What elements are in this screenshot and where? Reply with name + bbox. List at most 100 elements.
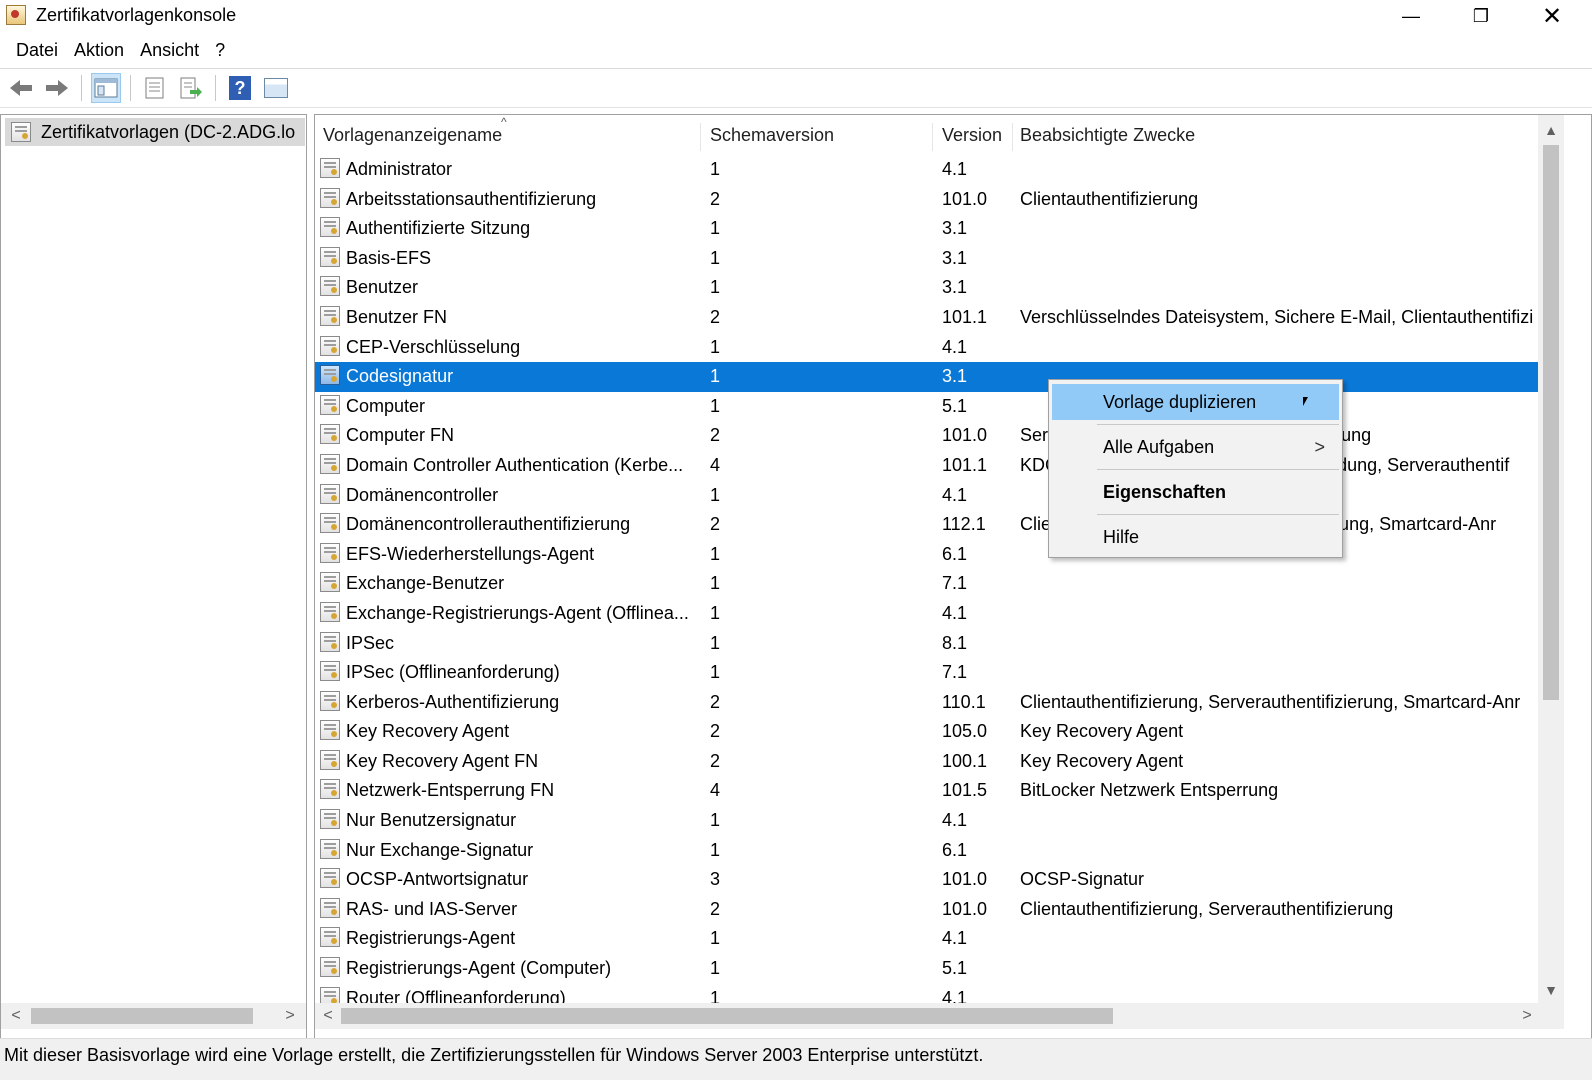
- table-row[interactable]: Benutzer FN 2 101.1 Verschlüsselndes Dateis…: [315, 303, 1539, 333]
- template-name-cell: OCSP-Antwortsignatur: [346, 869, 529, 890]
- table-row[interactable]: IPSec 1 8.1: [315, 629, 1539, 659]
- table-row[interactable]: Benutzer 1 3.1: [315, 273, 1539, 303]
- table-row[interactable]: Computer FN2101.0Ser izierung: [315, 421, 1539, 451]
- scroll-right-icon[interactable]: >: [1514, 1003, 1540, 1029]
- scroll-left-icon[interactable]: <: [315, 1003, 341, 1029]
- minimize-button[interactable]: —: [1376, 0, 1446, 32]
- schema-version-cell: 2: [710, 514, 721, 535]
- table-row[interactable]: Exchange-Registrierungs-Agent (Offlinea.…: [315, 599, 1539, 629]
- scroll-right-icon[interactable]: >: [277, 1003, 303, 1029]
- intended-purposes-cell: [1020, 214, 1539, 244]
- column-divider[interactable]: [932, 123, 933, 151]
- tree-item-certificate-templates[interactable]: Zertifikatvorlagen (DC-2.ADG.lo: [5, 118, 305, 146]
- version-cell: 4.1: [942, 602, 968, 623]
- intended-purposes-cell: [1020, 924, 1539, 954]
- schema-version-cell: 1: [710, 247, 721, 268]
- template-name-cell: RAS- und IAS-Server: [346, 898, 518, 919]
- table-row[interactable]: Key Recovery Agent FN 2 100.1 Key Recovery …: [315, 747, 1539, 777]
- help-icon[interactable]: ?: [225, 73, 255, 103]
- scroll-up-icon[interactable]: ▲: [1538, 117, 1564, 143]
- schema-version-cell: 1: [710, 336, 721, 357]
- table-row[interactable]: Nur Benutzersignatur 1 4.1: [315, 806, 1539, 836]
- menu-item-all-tasks[interactable]: Alle Aufgaben >: [1052, 429, 1339, 465]
- column-header-purposes[interactable]: Beabsichtigte Zwecke: [1012, 115, 1532, 155]
- version-cell: 101.1: [942, 306, 988, 327]
- intended-purposes-cell: Key Recovery Agent: [1020, 750, 1184, 771]
- menu-item-help[interactable]: Hilfe: [1052, 519, 1339, 555]
- version-cell: 3.1: [942, 247, 968, 268]
- column-header-version[interactable]: Version: [934, 115, 1012, 155]
- intended-purposes-cell: [1020, 836, 1539, 866]
- certificate-template-icon: [320, 601, 340, 622]
- scroll-left-icon[interactable]: <: [3, 1003, 29, 1029]
- scroll-down-icon[interactable]: ▼: [1538, 977, 1564, 1003]
- certificate-template-icon: [320, 246, 340, 267]
- table-row[interactable]: CEP-Verschlüsselung 1 4.1: [315, 333, 1539, 363]
- table-row[interactable]: OCSP-Antwortsignatur 3 101.0 OCSP-Signatur: [315, 865, 1539, 895]
- table-row[interactable]: Codesignatur 1 3.1: [315, 362, 1539, 392]
- table-row[interactable]: EFS-Wiederherstellungs-Agent 1 6.1: [315, 540, 1539, 570]
- certificate-template-icon: [320, 720, 340, 741]
- list-horizontal-scrollbar[interactable]: < >: [315, 1003, 1564, 1029]
- version-cell: 101.0: [942, 188, 988, 209]
- properties-list-icon[interactable]: [140, 73, 170, 103]
- version-cell: 4.1: [942, 159, 968, 179]
- show-hide-action-pane-icon[interactable]: [261, 73, 291, 103]
- certificate-template-icon: [320, 276, 340, 298]
- table-row[interactable]: Arbeitsstationsauthentifizierung 2 101.0 Cl…: [315, 185, 1539, 215]
- intended-purposes-cell: Clientauthentifizierung, Serverauthentif…: [1020, 898, 1394, 919]
- table-row[interactable]: RAS- und IAS-Server 2 101.0 Clientauthentif…: [315, 895, 1539, 925]
- table-row[interactable]: Registrierungs-Agent 1 4.1: [315, 924, 1539, 954]
- list-vertical-scrollbar[interactable]: ▲ ▼: [1538, 115, 1564, 1005]
- template-name-cell: Administrator: [346, 159, 453, 179]
- table-row[interactable]: Authentifizierte Sitzung 1 3.1: [315, 214, 1539, 244]
- console-tree-pane: Zertifikatvorlagen (DC-2.ADG.lo: [0, 114, 307, 1046]
- certificate-template-icon: [320, 217, 340, 238]
- menu-datei[interactable]: Datei: [8, 40, 66, 61]
- schema-version-cell: 1: [710, 277, 721, 298]
- table-row[interactable]: Key Recovery Agent 2 105.0 Key Recovery Age…: [315, 717, 1539, 747]
- schema-version-cell: 1: [710, 366, 721, 387]
- menu-item-duplicate-template[interactable]: Vorlage duplizieren: [1052, 384, 1339, 420]
- table-row[interactable]: Nur Exchange-Signatur 1 6.1: [315, 836, 1539, 866]
- menu-aktion[interactable]: Aktion: [66, 40, 132, 61]
- table-row[interactable]: Domänencontrollerauthentifizierung 2 112.1…: [315, 510, 1539, 540]
- table-row[interactable]: Kerberos-Authentifizierung 2 110.1 Clientau…: [315, 688, 1539, 718]
- tree-horizontal-scrollbar[interactable]: < >: [1, 1003, 306, 1029]
- window-title: Zertifikatvorlagenkonsole: [36, 5, 237, 25]
- schema-version-cell: 1: [710, 662, 721, 683]
- menu-help[interactable]: ?: [207, 40, 233, 61]
- menu-ansicht[interactable]: Ansicht: [132, 40, 207, 61]
- table-row[interactable]: Domänencontroller 1 4.1: [315, 481, 1539, 511]
- certificate-template-icon: [320, 365, 340, 386]
- horizontal-scroll-thumb[interactable]: [31, 1008, 253, 1024]
- version-cell: 3.1: [942, 277, 968, 298]
- version-cell: 4.1: [942, 928, 968, 949]
- column-divider[interactable]: [700, 123, 701, 151]
- table-row[interactable]: Registrierungs-Agent (Computer) 1 5.1: [315, 954, 1539, 984]
- close-button[interactable]: ✕: [1517, 0, 1587, 32]
- template-name-cell: Authentifizierte Sitzung: [346, 218, 531, 239]
- export-list-icon[interactable]: [176, 73, 206, 103]
- title-bar: Zertifikatvorlagenkonsole — ❐ ✕: [0, 0, 1592, 32]
- menu-separator: [1097, 424, 1339, 425]
- intended-purposes-cell: Clientauthentifizierung: [1020, 188, 1199, 209]
- vertical-scroll-thumb[interactable]: [1543, 145, 1559, 700]
- forward-arrow-icon[interactable]: [42, 73, 72, 103]
- intended-purposes-cell: BitLocker Netzwerk Entsperrung: [1020, 780, 1279, 801]
- table-row[interactable]: IPSec (Offlineanforderung) 1 7.1: [315, 658, 1539, 688]
- horizontal-scroll-thumb[interactable]: [341, 1008, 1113, 1024]
- column-header-schema[interactable]: Schemaversion: [702, 115, 932, 155]
- template-name-cell: Computer: [346, 395, 426, 416]
- column-header-name[interactable]: Vorlagenanzeigename ^: [315, 115, 700, 155]
- table-row[interactable]: Exchange-Benutzer 1 7.1: [315, 569, 1539, 599]
- table-row[interactable]: Basis-EFS 1 3.1: [315, 244, 1539, 274]
- table-row[interactable]: Administrator 1 4.1: [315, 155, 1539, 185]
- table-row[interactable]: Netzwerk-Entsperrung FN 4 101.5 BitLocker N…: [315, 776, 1539, 806]
- maximize-button[interactable]: ❐: [1446, 0, 1516, 32]
- table-row[interactable]: Domain Controller Authentication (Kerbe.…: [315, 451, 1539, 481]
- table-row[interactable]: Computer 1 5.1: [315, 392, 1539, 422]
- show-hide-console-tree-icon[interactable]: [91, 73, 121, 103]
- back-arrow-icon[interactable]: [6, 73, 36, 103]
- menu-item-properties[interactable]: Eigenschaften: [1052, 474, 1339, 510]
